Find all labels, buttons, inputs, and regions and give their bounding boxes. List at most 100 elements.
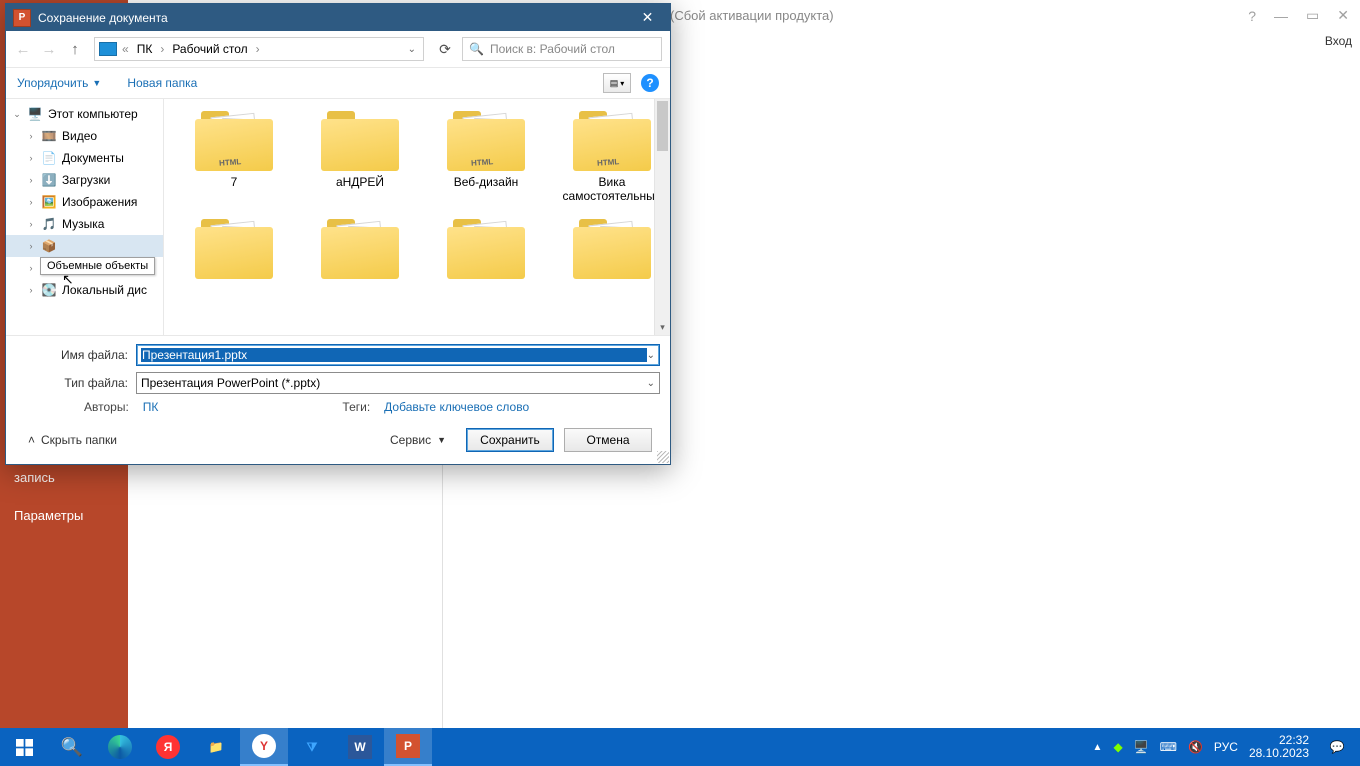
tray-volume-muted-icon[interactable]: 🔇	[1188, 740, 1203, 754]
caret-down-icon: ▼	[92, 78, 101, 88]
system-tray: ▲ ◆ 🖥️ ⌨ 🔇 РУС 22:32 28.10.2023 💬	[1093, 734, 1360, 760]
help-icon[interactable]: ?	[1248, 8, 1256, 24]
folder-item[interactable]: HTML Веб-дизайн	[438, 109, 534, 203]
expand-icon[interactable]: ›	[26, 131, 36, 141]
collapse-icon[interactable]: ⌄	[12, 109, 22, 120]
expand-icon[interactable]: ›	[26, 241, 36, 251]
taskbar-yandex-browser[interactable]: Y	[240, 728, 288, 766]
expand-icon[interactable]: ›	[26, 263, 36, 273]
taskbar-edge[interactable]	[96, 728, 144, 766]
breadcrumb-dropdown-icon[interactable]: ⌄	[408, 44, 419, 55]
search-icon: 🔍	[469, 42, 484, 56]
search-input[interactable]: 🔍 Поиск в: Рабочий стол	[462, 37, 662, 61]
powerpoint-icon: P	[13, 9, 31, 27]
tree-downloads[interactable]: ›⬇️Загрузки	[6, 169, 163, 191]
taskbar-explorer[interactable]: 📁	[192, 728, 240, 766]
folder-item[interactable]	[186, 217, 282, 279]
search-icon: 🔍	[61, 737, 83, 758]
word-icon: W	[348, 735, 372, 759]
expand-icon[interactable]: ›	[26, 285, 36, 295]
tray-date: 28.10.2023	[1249, 747, 1309, 760]
folder-item[interactable]: HTML Вика самостоятельные	[564, 109, 660, 203]
nav-up-icon[interactable]: ↑	[64, 41, 86, 58]
tree-documents[interactable]: ›📄Документы	[6, 147, 163, 169]
tree-music[interactable]: ›🎵Музыка	[6, 213, 163, 235]
tray-overflow-icon[interactable]: ▲	[1093, 742, 1103, 753]
filetype-select[interactable]: Презентация PowerPoint (*.pptx) ⌄	[136, 372, 660, 394]
taskbar: 🔍 Я 📁 Y ⧩ W P ▲ ◆ 🖥️ ⌨ 🔇 РУС 22:32 28.10…	[0, 728, 1360, 766]
dropdown-icon[interactable]: ⌄	[647, 378, 655, 389]
folder-icon	[573, 217, 651, 279]
taskbar-word[interactable]: W	[336, 728, 384, 766]
tray-clock[interactable]: 22:32 28.10.2023	[1249, 734, 1309, 760]
start-button[interactable]	[0, 728, 48, 766]
notifications-icon[interactable]: 💬	[1320, 740, 1354, 754]
filename-input[interactable]: Презентация1.pptx ⌄	[136, 344, 660, 366]
taskbar-vscode[interactable]: ⧩	[288, 728, 336, 766]
authors-value[interactable]: ПК	[143, 400, 159, 414]
breadcrumb-pc[interactable]: ПК	[134, 42, 156, 56]
resize-grip[interactable]	[657, 451, 669, 463]
folder-item[interactable]: HTML 7	[186, 109, 282, 203]
tray-language[interactable]: РУС	[1214, 740, 1238, 754]
help-button[interactable]: ?	[641, 74, 659, 92]
scroll-down-icon[interactable]: ▾	[655, 319, 670, 335]
chevron-right-icon[interactable]: ›	[253, 42, 263, 56]
expand-icon[interactable]: ›	[26, 219, 36, 229]
save-button[interactable]: Сохранить	[466, 428, 554, 452]
organize-menu[interactable]: Упорядочить ▼	[17, 76, 101, 90]
close-app-icon[interactable]: ✕	[1337, 7, 1349, 24]
tree-3d-objects[interactable]: ›📦	[6, 235, 163, 257]
breadcrumb-desktop[interactable]: Рабочий стол	[169, 42, 250, 56]
tray-network-icon[interactable]: 🖥️	[1134, 740, 1149, 754]
tree-videos[interactable]: ›🎞️Видео	[6, 125, 163, 147]
nav-back-icon: ←	[12, 41, 34, 58]
tree-this-pc[interactable]: ⌄ 🖥️ Этот компьютер	[6, 103, 163, 125]
sidebar-item-record[interactable]: запись	[0, 462, 69, 493]
minimize-icon[interactable]: —	[1274, 8, 1288, 24]
folder-icon	[447, 217, 525, 279]
tree-local-disk[interactable]: ›💽Локальный дис	[6, 279, 163, 301]
disk-icon: 💽	[40, 283, 58, 297]
app-title-suffix: (Сбой активации продукта)	[670, 8, 834, 23]
cancel-button[interactable]: Отмена	[564, 428, 652, 452]
breadcrumb[interactable]: « ПК › Рабочий стол › ⌄	[94, 37, 424, 61]
expand-icon[interactable]: ›	[26, 153, 36, 163]
edge-icon	[108, 735, 132, 759]
files-scrollbar[interactable]: ▾	[654, 99, 670, 335]
hide-folders-button[interactable]: ˄ Скрыть папки	[24, 433, 117, 447]
breadcrumb-quote: «	[119, 42, 132, 56]
expand-icon[interactable]: ›	[26, 175, 36, 185]
folder-item[interactable]	[312, 217, 408, 279]
dialog-toolbar: Упорядочить ▼ Новая папка ▤ ▾ ?	[6, 68, 670, 98]
taskbar-powerpoint[interactable]: P	[384, 728, 432, 766]
refresh-icon[interactable]: ⟳	[432, 41, 458, 58]
service-menu[interactable]: Сервис ▼	[390, 433, 446, 447]
dropdown-icon[interactable]: ⌄	[647, 350, 655, 361]
tree-pictures[interactable]: ›🖼️Изображения	[6, 191, 163, 213]
folder-icon: HTML	[195, 109, 273, 171]
close-dialog-button[interactable]: ✕	[625, 4, 670, 31]
file-list[interactable]: HTML 7 аНДРЕЙ HTML Веб-дизайн HTML Вика …	[164, 99, 670, 335]
vscode-icon: ⧩	[299, 734, 325, 760]
chevron-right-icon[interactable]: ›	[157, 42, 167, 56]
new-folder-button[interactable]: Новая папка	[127, 76, 197, 90]
tray-sync-icon[interactable]: ◆	[1113, 740, 1122, 754]
nav-tree[interactable]: ⌄ 🖥️ Этот компьютер ›🎞️Видео ›📄Документы…	[6, 99, 164, 335]
scrollbar-thumb[interactable]	[657, 101, 668, 151]
view-mode-dropdown[interactable]: ▤ ▾	[603, 73, 631, 93]
taskbar-search[interactable]: 🔍	[48, 728, 96, 766]
video-icon: 🎞️	[40, 129, 58, 143]
maximize-icon[interactable]: ▭	[1306, 7, 1319, 24]
music-icon: 🎵	[40, 217, 58, 231]
dialog-bottom: Имя файла: Презентация1.pptx ⌄ Тип файла…	[6, 335, 670, 464]
folder-item[interactable]	[438, 217, 534, 279]
folder-item[interactable]: аНДРЕЙ	[312, 109, 408, 203]
sign-in-link[interactable]: Вход	[1325, 34, 1352, 48]
expand-icon[interactable]: ›	[26, 197, 36, 207]
folder-item[interactable]	[564, 217, 660, 279]
tray-keyboard-icon[interactable]: ⌨	[1160, 740, 1177, 754]
sidebar-item-parameters[interactable]: Параметры	[0, 500, 97, 531]
taskbar-yandex-start[interactable]: Я	[144, 728, 192, 766]
add-tag-link[interactable]: Добавьте ключевое слово	[384, 400, 529, 414]
